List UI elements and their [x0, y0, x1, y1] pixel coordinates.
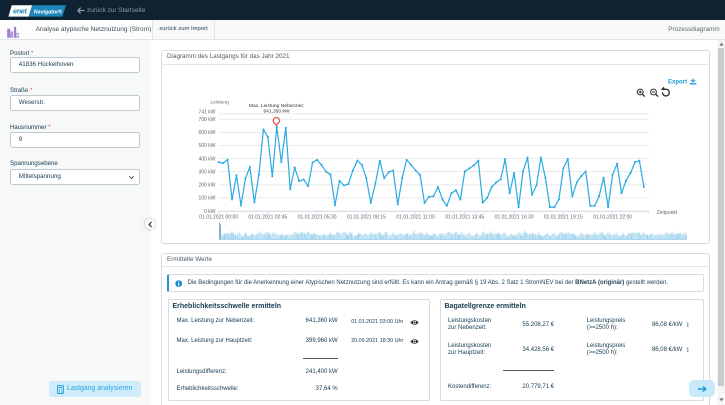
- svg-text:700 kW: 700 kW: [199, 117, 216, 123]
- svg-text:01.01.2021 13:45: 01.01.2021 13:45: [445, 214, 484, 220]
- svg-text:Export: Export: [668, 80, 687, 86]
- svg-text:400 kW: 400 kW: [199, 156, 216, 162]
- svg-text:500 kW: 500 kW: [199, 143, 216, 149]
- svg-text:01.01.2021 02:45: 01.01.2021 02:45: [248, 214, 287, 220]
- svg-text:enet: enet: [13, 7, 27, 16]
- svg-text:01.01.2021 05:30: 01.01.2021 05:30: [298, 214, 337, 220]
- svg-text:Zeitpunkt: Zeitpunkt: [657, 210, 678, 216]
- svg-text:641,350 kW: 641,350 kW: [263, 108, 289, 114]
- svg-text:01.01.2021 00:00: 01.01.2021 00:00: [199, 214, 238, 220]
- svg-text:Max. Leistung Nebenzeit:: Max. Leistung Nebenzeit:: [249, 103, 304, 109]
- svg-text:01.01.2021 19:15: 01.01.2021 19:15: [544, 214, 583, 220]
- svg-text:Leistung: Leistung: [210, 99, 229, 105]
- svg-text:300 kW: 300 kW: [199, 170, 216, 176]
- svg-text:01.01.2021 22:00: 01.01.2021 22:00: [593, 214, 632, 220]
- svg-text:01.01.2021 16:30: 01.01.2021 16:30: [495, 214, 534, 220]
- svg-text:600 kW: 600 kW: [199, 130, 216, 136]
- svg-text:01.01.2021 08:15: 01.01.2021 08:15: [347, 214, 386, 220]
- svg-text:200 kW: 200 kW: [199, 183, 216, 189]
- svg-text:741 kW: 741 kW: [199, 110, 216, 116]
- svg-text:Navigator®: Navigator®: [34, 8, 62, 15]
- svg-text:100 kW: 100 kW: [199, 196, 216, 202]
- svg-text:01.01.2021 11:00: 01.01.2021 11:00: [396, 214, 435, 220]
